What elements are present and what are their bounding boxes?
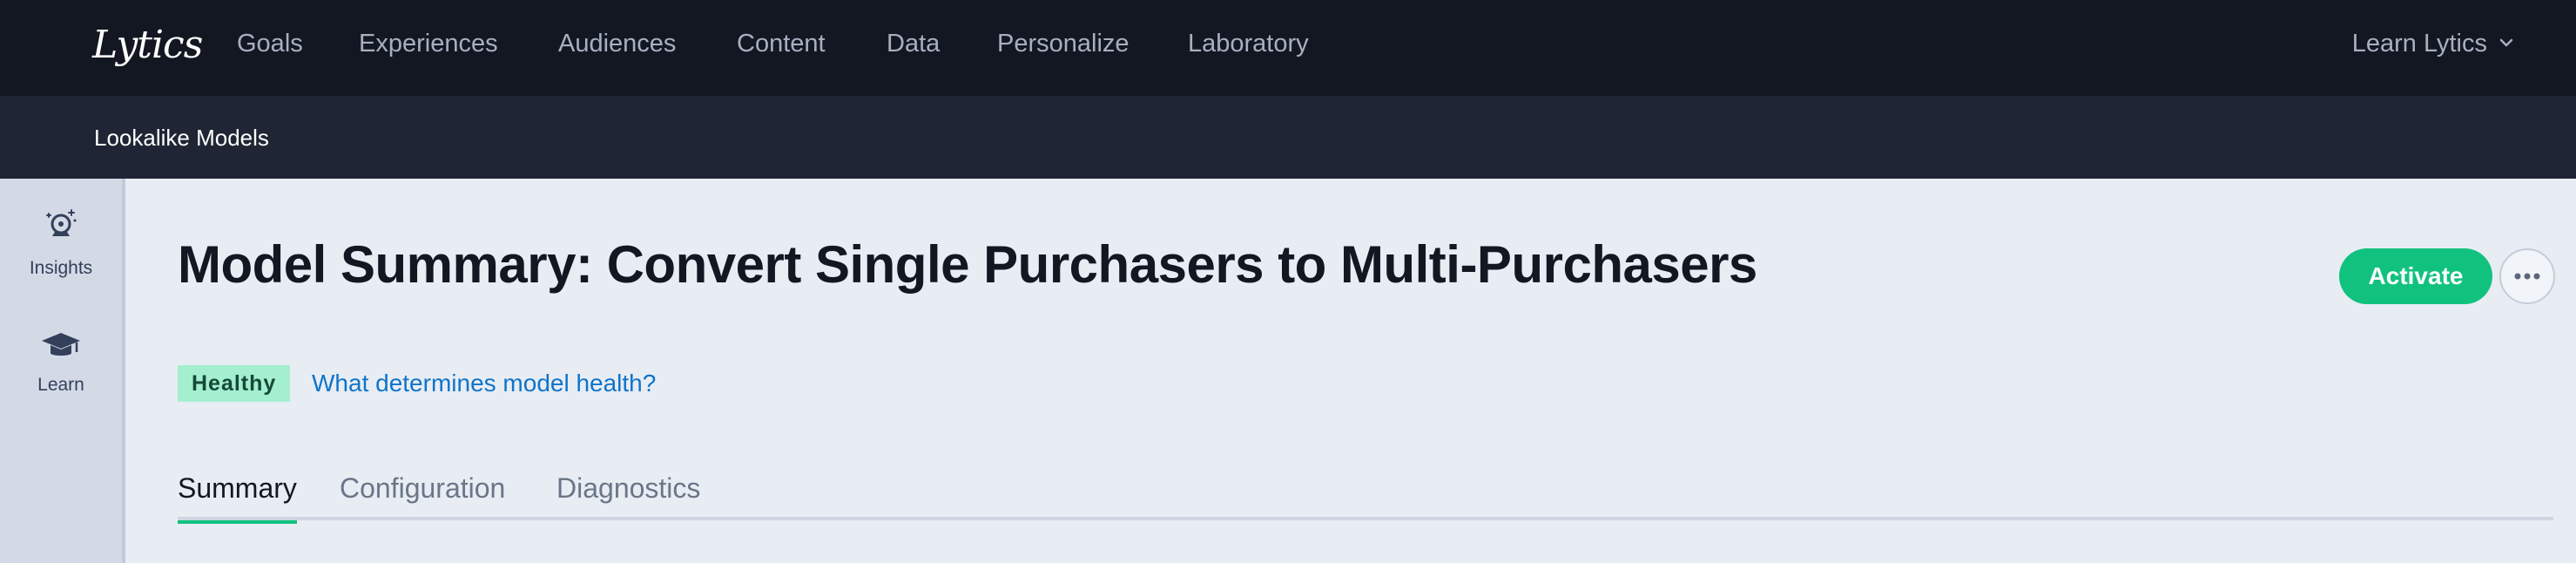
nav-content[interactable]: Content: [737, 26, 826, 61]
top-navigation: Lytics Goals Experiences Audiences Conte…: [0, 0, 2576, 96]
subnav-lookalike-models[interactable]: Lookalike Models: [94, 120, 269, 155]
sidebar: Insights Learn: [0, 179, 125, 563]
nav-personalize[interactable]: Personalize: [997, 26, 1130, 61]
page-title: Model Summary: Convert Single Purchasers…: [178, 235, 1757, 294]
more-options-button[interactable]: [2499, 248, 2555, 304]
nav-laboratory[interactable]: Laboratory: [1188, 26, 1309, 61]
crystal-ball-icon: [0, 205, 122, 251]
account-menu-label: Learn Lytics: [2351, 30, 2487, 58]
nav-data[interactable]: Data: [887, 26, 940, 61]
tab-diagnostics[interactable]: Diagnostics: [556, 466, 700, 520]
status-badge: Healthy: [178, 365, 291, 402]
tab-configuration[interactable]: Configuration: [340, 466, 505, 520]
more-horizontal-icon: [2514, 268, 2540, 284]
model-health-link[interactable]: What determines model health?: [312, 365, 656, 402]
tab-bar: Summary Configuration Diagnostics: [178, 466, 2553, 524]
lytics-logo[interactable]: Lytics: [92, 19, 203, 71]
chevron-down-icon: [2498, 26, 2515, 61]
sub-navigation: Lookalike Models: [0, 96, 2576, 179]
sidebar-item-insights[interactable]: Insights: [0, 205, 122, 279]
graduation-cap-icon: [0, 329, 122, 368]
main-content: Model Summary: Convert Single Purchasers…: [129, 179, 2576, 563]
nav-goals[interactable]: Goals: [237, 26, 303, 61]
tab-summary[interactable]: Summary: [178, 466, 297, 524]
sidebar-item-label: Learn: [37, 375, 84, 395]
sidebar-item-label: Insights: [29, 258, 93, 278]
nav-experiences[interactable]: Experiences: [359, 26, 498, 61]
sidebar-item-learn[interactable]: Learn: [0, 329, 122, 396]
nav-audiences[interactable]: Audiences: [558, 26, 676, 61]
activate-button[interactable]: Activate: [2339, 248, 2492, 304]
account-menu[interactable]: Learn Lytics: [2352, 26, 2515, 61]
